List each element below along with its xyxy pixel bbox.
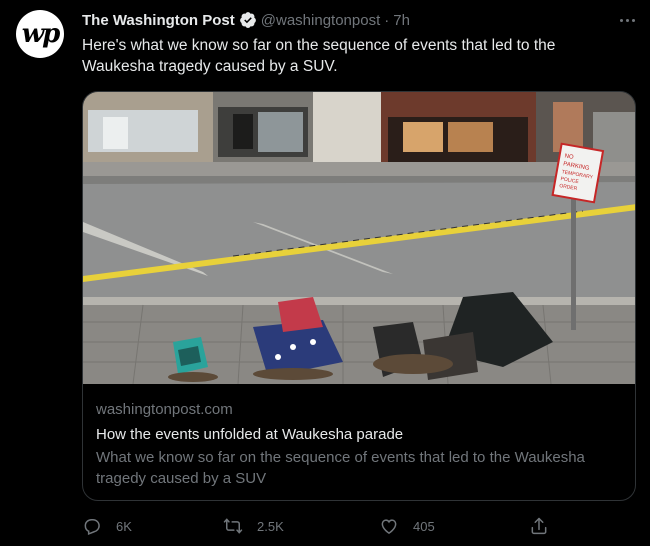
card-domain: washingtonpost.com — [96, 401, 233, 418]
share-button[interactable] — [529, 516, 549, 536]
reply-button[interactable]: 6K — [82, 516, 132, 536]
retweet-button[interactable]: 2.5K — [223, 516, 284, 536]
tweet-header: The Washington Post @washingtonpost · 7h — [82, 11, 410, 29]
like-count: 405 — [413, 518, 435, 534]
like-icon — [381, 519, 397, 534]
reply-count: 6K — [116, 518, 132, 534]
share-icon — [531, 517, 547, 535]
more-options-icon[interactable] — [612, 10, 642, 30]
card-title: How the events unfolded at Waukesha para… — [96, 426, 404, 443]
card-image: NO PARKING TEMPORARY POLICE ORDER — [83, 92, 635, 384]
reply-icon — [84, 519, 100, 536]
like-button[interactable]: 405 — [379, 516, 435, 536]
card-meta: washingtonpost.com How the events unfold… — [96, 399, 621, 489]
card-description: What we know so far on the sequence of e… — [96, 449, 585, 487]
avatar-logo-text: wp — [21, 19, 61, 49]
separator: · — [384, 11, 390, 29]
avatar[interactable]: wp — [16, 10, 64, 58]
tweet-actions: 6K 2.5K 405 — [82, 516, 552, 540]
verified-badge-icon — [239, 11, 257, 29]
retweet-count: 2.5K — [257, 518, 284, 534]
retweet-icon — [223, 518, 243, 534]
tweet-text: Here's what we know so far on the sequen… — [82, 37, 556, 75]
author-name[interactable]: The Washington Post — [82, 12, 235, 29]
author-handle[interactable]: @washingtonpost — [261, 12, 380, 29]
timestamp[interactable]: 7h — [393, 12, 410, 29]
link-card[interactable]: NO PARKING TEMPORARY POLICE ORDER washin… — [82, 91, 636, 501]
